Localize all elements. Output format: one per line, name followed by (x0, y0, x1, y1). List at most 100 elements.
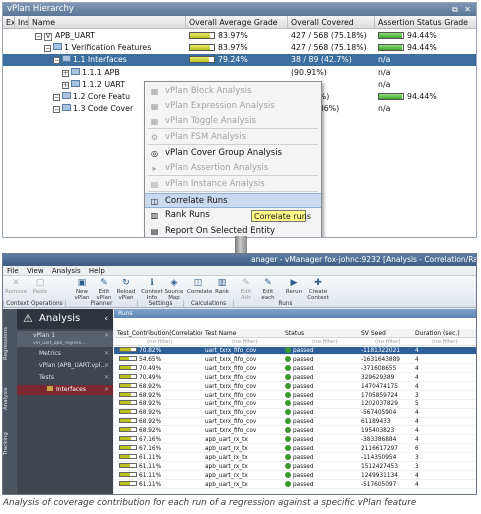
toolbar-button-edit-each[interactable]: ✎ Edit each (257, 278, 279, 301)
tree-row[interactable]: − V APB_UART 83.97% 427 / 568 (75.18%) 94.44% (3, 30, 476, 42)
filter-seed[interactable]: (no filter) (372, 338, 412, 345)
table-row[interactable]: 68.92% uart_txrx_fifo_cov passed 1705859724… (114, 391, 476, 400)
menu-item-vplan-cover-group-analysis[interactable]: ◎ vPlan Cover Group Analysis (145, 146, 321, 161)
passed-icon (285, 409, 291, 416)
expand-toggle-icon[interactable]: − (53, 57, 60, 65)
table-row[interactable]: 54.65% uart_txrx_fifo_cov passed -163164388… (114, 355, 476, 365)
assertion-cell: 94.44% (378, 91, 476, 103)
col-ins[interactable]: Ins (15, 16, 29, 29)
table-row[interactable]: 70.82% uart_txrx_fifo_cov passed -118132202… (114, 347, 476, 356)
analysis-item[interactable]: Metrics ✕ (17, 349, 113, 359)
table-row[interactable]: 61.11% apb_uart_rx_tx passed -517605097 4 (114, 480, 476, 489)
test-name: apb_uart_rx_tx (205, 463, 248, 470)
panel-window-controls[interactable]: ⧉ ✕ (452, 3, 473, 16)
table-row[interactable]: 68.92% uart_txrx_fifo_cov passed 61189433 4 (114, 418, 476, 427)
close-icon[interactable]: ✕ (104, 331, 109, 341)
tooltip: Correlate runs (251, 210, 311, 222)
table-row[interactable]: 61.11% apb_uart_rx_tx passed 1512427453 3 (114, 462, 476, 471)
expand-toggle-icon[interactable]: − (35, 33, 42, 40)
grade-cell: 83.97% (189, 42, 287, 54)
analysis-item[interactable]: Interfaces ✕ (17, 385, 113, 395)
grade-bar (189, 56, 215, 64)
passed-icon (285, 480, 291, 487)
assertion-cell: n/a (378, 103, 476, 115)
analysis-icon: ⚠ (23, 312, 33, 325)
close-icon[interactable]: ✕ (104, 373, 109, 383)
table-row[interactable]: 61.11% apb_uart_rx_tx passed -114350954 3 (114, 453, 476, 463)
expand-toggle-icon[interactable]: + (62, 69, 69, 77)
side-tab-regressions[interactable]: Regressions (3, 319, 17, 369)
toolbar-button-new-vplan[interactable]: ▣ New vPlan (71, 278, 93, 301)
contribution-value: 70.49% (139, 374, 162, 381)
contribution-bar-fill (120, 383, 132, 387)
analysis-item-label: vPlan 1 (33, 332, 56, 339)
col-overall-covered[interactable]: Overall Covered (288, 16, 375, 29)
toolbar-button-edit-attr[interactable]: ✎ Edit Attr (235, 278, 257, 301)
col-assertion-grade[interactable]: Assertion Status Grade (375, 16, 476, 29)
assertion-value: 94.44% (407, 43, 437, 53)
table-row[interactable]: 61.11% apb_uart_rx_tx passed 1249931134 4 (114, 471, 476, 480)
analysis-item[interactable]: vPlan 1 vm_uart_apb_regress... ✕ (17, 331, 113, 347)
toolbar-button-rank[interactable]: ▥ Rank (211, 278, 233, 295)
menu-item-report-on-selected-entity[interactable]: ▤ Report On Selected Entity (145, 224, 321, 237)
filter-contribution[interactable]: (no filter) (144, 338, 202, 345)
menu-item-correlate-runs[interactable]: ◫ Correlate Runs (145, 193, 321, 208)
status-value: passed (293, 365, 314, 372)
menu-view[interactable]: View (27, 267, 44, 275)
table-row[interactable]: 68.92% uart_txrx_fifo_cov passed 1470474175… (114, 382, 476, 391)
contribution-value: 54.65% (139, 356, 162, 363)
toolbar-button-source-map[interactable]: ◈ Source Map (163, 278, 185, 301)
toolbar-button-paste[interactable]: ▢ Paste (29, 278, 51, 295)
col-duration[interactable]: Duration (sec.) (412, 329, 476, 337)
close-icon[interactable]: ✕ (104, 361, 109, 371)
status-cell: passed (282, 418, 358, 425)
filter-duration[interactable]: (no filter) (429, 338, 476, 345)
tree-row[interactable]: +1.1.1 APB (90.91%) n/a (3, 67, 476, 79)
filter-test-name[interactable]: (no filter) (229, 338, 282, 345)
side-tab-tracking[interactable]: Tracking (3, 424, 17, 464)
col-ex[interactable]: Ex (3, 16, 15, 29)
toolbar-button-remove[interactable]: ✕ Remove (5, 278, 27, 295)
table-row[interactable]: 70.49% uart_txrx_fifo_cov passed 329629389 4 (114, 373, 476, 382)
tree-row[interactable]: − 1.1 Interfaces 79.24% 38 / 89 (42.7%) n/a (3, 54, 476, 67)
expand-toggle-icon[interactable]: − (53, 106, 60, 114)
table-row[interactable]: 68.92% uart_txrx_fifo_cov passed 1202037829… (114, 400, 476, 409)
toolbar-button-create-context[interactable]: ✚ Create Context (307, 278, 329, 301)
toolbar-button-context-info[interactable]: ℹ Context Info (141, 278, 163, 301)
col-sv-seed[interactable]: SV Seed (358, 329, 412, 337)
table-row[interactable]: 68.92% uart_txrx_fifo_cov passed -567405904… (114, 409, 476, 418)
close-icon[interactable]: ✕ (104, 385, 109, 395)
passed-icon (285, 347, 291, 353)
col-test-name[interactable]: Test Name (202, 329, 282, 337)
table-row[interactable]: 67.16% apb_uart_rx_tx passed 2116617297 6 (114, 444, 476, 454)
filter-status[interactable]: (no filter) (309, 338, 358, 345)
expand-toggle-icon[interactable]: − (53, 94, 60, 101)
col-contribution[interactable]: Test_Contribution(Correlation) (114, 329, 202, 337)
menu-file[interactable]: File (7, 267, 19, 275)
toolbar-button-edit-vplan[interactable]: ✎ Edit vPlan (93, 278, 115, 301)
toolbar-button-correlate[interactable]: ◫ Correlate (187, 278, 212, 295)
toolbar-icon: ✚ (314, 278, 322, 288)
toolbar-button-rerun[interactable]: ▶ Rerun (283, 278, 305, 295)
menu-analysis[interactable]: Analysis (52, 267, 81, 275)
expand-toggle-icon[interactable]: + (62, 81, 69, 89)
grade-value: 79.24% (218, 55, 248, 65)
close-icon[interactable]: ✕ (104, 349, 109, 359)
side-tab-analysis[interactable]: Analysis (3, 379, 17, 419)
collapse-chevron-icon[interactable]: ‹ (104, 309, 108, 329)
table-row[interactable]: 70.49% uart_txrx_fifo_cov passed -371608655… (114, 364, 476, 374)
status-cell: passed (282, 462, 358, 470)
col-name[interactable]: Name (29, 16, 186, 29)
analysis-item[interactable]: Tests ✕ (17, 373, 113, 383)
expand-toggle-icon[interactable]: − (44, 45, 51, 53)
table-row[interactable]: 67.16% apb_uart_rx_tx passed -383386884 4 (114, 436, 476, 445)
covered-value: (90.91%) (291, 67, 327, 77)
table-row[interactable]: 68.92% uart_txrx_fifo_cov passed 195403823 4 (114, 427, 476, 436)
figure-caption: Analysis of coverage contribution for ea… (3, 498, 417, 508)
menu-help[interactable]: Help (89, 267, 105, 275)
col-status[interactable]: Status (282, 329, 358, 337)
tree-row[interactable]: − 1 Verification Features 83.97% 427 / 568 … (3, 42, 476, 54)
toolbar-button-reload-vplan[interactable]: ↻ Reload vPlan (115, 278, 137, 301)
analysis-item[interactable]: vPlan (APB_UART.vpl... ✕ (17, 361, 113, 371)
col-overall-grade[interactable]: Overall Average Grade (186, 16, 288, 29)
